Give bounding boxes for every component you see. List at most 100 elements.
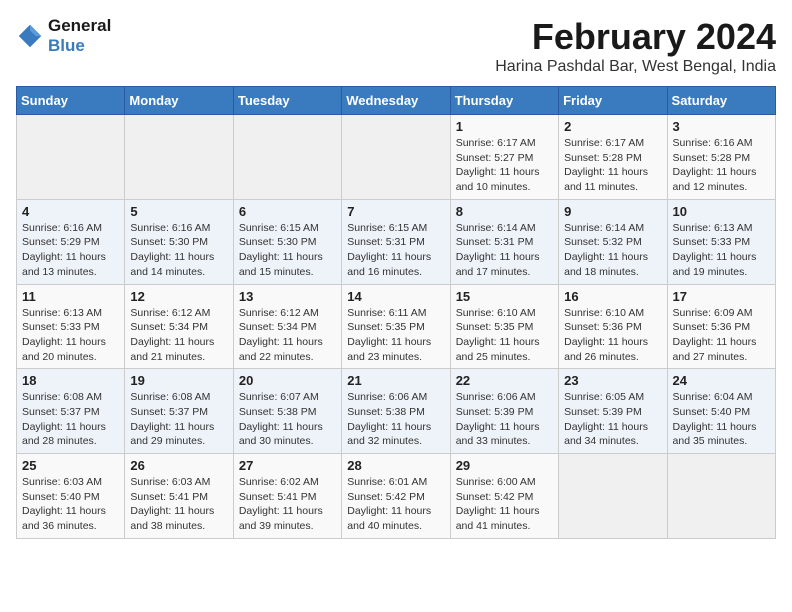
- calendar-cell: 2 Sunrise: 6:17 AM Sunset: 5:28 PM Daylig…: [559, 115, 667, 200]
- weekday-header: Sunday: [17, 87, 125, 115]
- page-header: General Blue February 2024 Harina Pashda…: [16, 16, 776, 76]
- day-number: 10: [673, 204, 770, 219]
- calendar-cell: 25 Sunrise: 6:03 AM Sunset: 5:40 PM Dayli…: [17, 454, 125, 539]
- weekday-header: Friday: [559, 87, 667, 115]
- day-number: 18: [22, 373, 119, 388]
- calendar-cell: 23 Sunrise: 6:05 AM Sunset: 5:39 PM Dayli…: [559, 369, 667, 454]
- day-info: Sunrise: 6:16 AM Sunset: 5:29 PM Dayligh…: [22, 221, 119, 280]
- day-number: 25: [22, 458, 119, 473]
- calendar-cell: [125, 115, 233, 200]
- calendar-cell: [667, 454, 775, 539]
- day-number: 11: [22, 289, 119, 304]
- day-number: 13: [239, 289, 336, 304]
- calendar-week-row: 4 Sunrise: 6:16 AM Sunset: 5:29 PM Daylig…: [17, 199, 776, 284]
- day-info: Sunrise: 6:11 AM Sunset: 5:35 PM Dayligh…: [347, 306, 444, 365]
- day-number: 28: [347, 458, 444, 473]
- day-number: 23: [564, 373, 661, 388]
- weekday-header: Wednesday: [342, 87, 450, 115]
- calendar-week-row: 18 Sunrise: 6:08 AM Sunset: 5:37 PM Dayli…: [17, 369, 776, 454]
- calendar-cell: 11 Sunrise: 6:13 AM Sunset: 5:33 PM Dayli…: [17, 284, 125, 369]
- day-number: 20: [239, 373, 336, 388]
- day-info: Sunrise: 6:05 AM Sunset: 5:39 PM Dayligh…: [564, 390, 661, 449]
- weekday-header: Thursday: [450, 87, 558, 115]
- day-info: Sunrise: 6:08 AM Sunset: 5:37 PM Dayligh…: [22, 390, 119, 449]
- day-number: 4: [22, 204, 119, 219]
- calendar-cell: 22Sunrise: 6:06 AM Sunset: 5:39 PM Dayli…: [450, 369, 558, 454]
- day-number: 6: [239, 204, 336, 219]
- day-info: Sunrise: 6:03 AM Sunset: 5:40 PM Dayligh…: [22, 475, 119, 534]
- day-info: Sunrise: 6:06 AM Sunset: 5:38 PM Dayligh…: [347, 390, 444, 449]
- day-number: 7: [347, 204, 444, 219]
- calendar-cell: [559, 454, 667, 539]
- calendar-cell: 9Sunrise: 6:14 AM Sunset: 5:32 PM Daylig…: [559, 199, 667, 284]
- calendar-cell: 27Sunrise: 6:02 AM Sunset: 5:41 PM Dayli…: [233, 454, 341, 539]
- calendar-cell: 13 Sunrise: 6:12 AM Sunset: 5:34 PM Dayli…: [233, 284, 341, 369]
- month-title: February 2024: [495, 16, 776, 58]
- calendar-cell: 10 Sunrise: 6:13 AM Sunset: 5:33 PM Dayli…: [667, 199, 775, 284]
- calendar-cell: 21 Sunrise: 6:06 AM Sunset: 5:38 PM Dayli…: [342, 369, 450, 454]
- day-number: 3: [673, 119, 770, 134]
- weekday-header: Monday: [125, 87, 233, 115]
- day-info: Sunrise: 6:14 AM Sunset: 5:32 PM Dayligh…: [564, 221, 661, 280]
- calendar-cell: 18 Sunrise: 6:08 AM Sunset: 5:37 PM Dayli…: [17, 369, 125, 454]
- calendar-cell: 26 Sunrise: 6:03 AM Sunset: 5:41 PM Dayli…: [125, 454, 233, 539]
- calendar-cell: 17Sunrise: 6:09 AM Sunset: 5:36 PM Dayli…: [667, 284, 775, 369]
- logo: General Blue: [16, 16, 111, 56]
- calendar-cell: 6 Sunrise: 6:15 AM Sunset: 5:30 PM Daylig…: [233, 199, 341, 284]
- calendar-cell: 29 Sunrise: 6:00 AM Sunset: 5:42 PM Dayli…: [450, 454, 558, 539]
- day-number: 5: [130, 204, 227, 219]
- weekday-header: Saturday: [667, 87, 775, 115]
- logo-text: General Blue: [48, 16, 111, 56]
- day-info: Sunrise: 6:03 AM Sunset: 5:41 PM Dayligh…: [130, 475, 227, 534]
- calendar-cell: 28 Sunrise: 6:01 AM Sunset: 5:42 PM Dayli…: [342, 454, 450, 539]
- day-number: 15: [456, 289, 553, 304]
- day-info: Sunrise: 6:10 AM Sunset: 5:35 PM Dayligh…: [456, 306, 553, 365]
- day-info: Sunrise: 6:13 AM Sunset: 5:33 PM Dayligh…: [22, 306, 119, 365]
- calendar-cell: 12Sunrise: 6:12 AM Sunset: 5:34 PM Dayli…: [125, 284, 233, 369]
- day-info: Sunrise: 6:16 AM Sunset: 5:30 PM Dayligh…: [130, 221, 227, 280]
- calendar-cell: [342, 115, 450, 200]
- day-info: Sunrise: 6:07 AM Sunset: 5:38 PM Dayligh…: [239, 390, 336, 449]
- calendar-header-row: SundayMondayTuesdayWednesdayThursdayFrid…: [17, 87, 776, 115]
- day-info: Sunrise: 6:15 AM Sunset: 5:31 PM Dayligh…: [347, 221, 444, 280]
- calendar-cell: 20 Sunrise: 6:07 AM Sunset: 5:38 PM Dayli…: [233, 369, 341, 454]
- day-info: Sunrise: 6:12 AM Sunset: 5:34 PM Dayligh…: [239, 306, 336, 365]
- day-info: Sunrise: 6:10 AM Sunset: 5:36 PM Dayligh…: [564, 306, 661, 365]
- calendar-cell: 15 Sunrise: 6:10 AM Sunset: 5:35 PM Dayli…: [450, 284, 558, 369]
- calendar-cell: [17, 115, 125, 200]
- day-number: 16: [564, 289, 661, 304]
- weekday-header: Tuesday: [233, 87, 341, 115]
- calendar-cell: [233, 115, 341, 200]
- day-number: 21: [347, 373, 444, 388]
- day-number: 19: [130, 373, 227, 388]
- calendar-cell: 1 Sunrise: 6:17 AM Sunset: 5:27 PM Daylig…: [450, 115, 558, 200]
- calendar-cell: 4 Sunrise: 6:16 AM Sunset: 5:29 PM Daylig…: [17, 199, 125, 284]
- logo-icon: [16, 22, 44, 50]
- location-title: Harina Pashdal Bar, West Bengal, India: [495, 58, 776, 76]
- title-section: February 2024 Harina Pashdal Bar, West B…: [495, 16, 776, 76]
- day-number: 24: [673, 373, 770, 388]
- calendar-table: SundayMondayTuesdayWednesdayThursdayFrid…: [16, 86, 776, 539]
- day-info: Sunrise: 6:04 AM Sunset: 5:40 PM Dayligh…: [673, 390, 770, 449]
- day-number: 26: [130, 458, 227, 473]
- day-info: Sunrise: 6:00 AM Sunset: 5:42 PM Dayligh…: [456, 475, 553, 534]
- calendar-week-row: 11 Sunrise: 6:13 AM Sunset: 5:33 PM Dayli…: [17, 284, 776, 369]
- calendar-cell: 7 Sunrise: 6:15 AM Sunset: 5:31 PM Daylig…: [342, 199, 450, 284]
- day-info: Sunrise: 6:17 AM Sunset: 5:28 PM Dayligh…: [564, 136, 661, 195]
- day-number: 29: [456, 458, 553, 473]
- calendar-cell: 16 Sunrise: 6:10 AM Sunset: 5:36 PM Dayli…: [559, 284, 667, 369]
- calendar-cell: 5 Sunrise: 6:16 AM Sunset: 5:30 PM Daylig…: [125, 199, 233, 284]
- day-info: Sunrise: 6:14 AM Sunset: 5:31 PM Dayligh…: [456, 221, 553, 280]
- calendar-cell: 8Sunrise: 6:14 AM Sunset: 5:31 PM Daylig…: [450, 199, 558, 284]
- day-info: Sunrise: 6:15 AM Sunset: 5:30 PM Dayligh…: [239, 221, 336, 280]
- day-number: 2: [564, 119, 661, 134]
- day-number: 1: [456, 119, 553, 134]
- day-number: 14: [347, 289, 444, 304]
- day-info: Sunrise: 6:01 AM Sunset: 5:42 PM Dayligh…: [347, 475, 444, 534]
- day-number: 22: [456, 373, 553, 388]
- calendar-cell: 3 Sunrise: 6:16 AM Sunset: 5:28 PM Daylig…: [667, 115, 775, 200]
- day-info: Sunrise: 6:16 AM Sunset: 5:28 PM Dayligh…: [673, 136, 770, 195]
- day-info: Sunrise: 6:13 AM Sunset: 5:33 PM Dayligh…: [673, 221, 770, 280]
- calendar-cell: 19Sunrise: 6:08 AM Sunset: 5:37 PM Dayli…: [125, 369, 233, 454]
- day-info: Sunrise: 6:17 AM Sunset: 5:27 PM Dayligh…: [456, 136, 553, 195]
